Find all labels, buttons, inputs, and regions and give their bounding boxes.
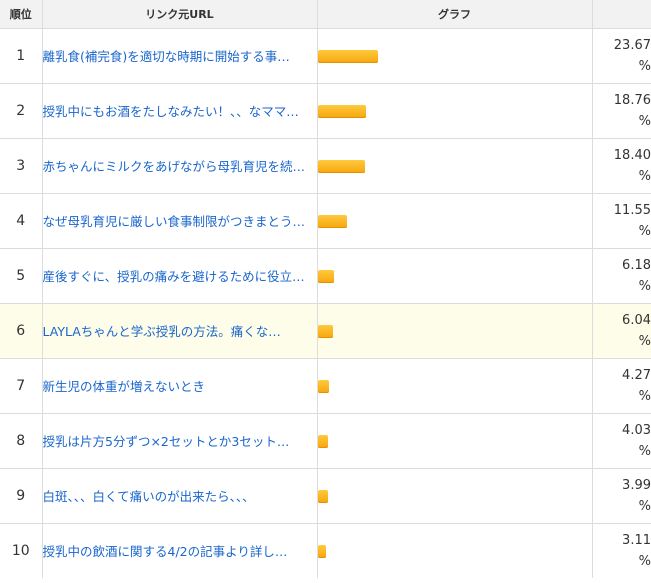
rank-number: 8 [0,413,43,469]
percent-value: 4.27 [622,368,651,383]
url-cell: 授乳は片方5分ずつ×2セットとか3セット… [41,413,318,469]
percent-unit: % [638,334,651,349]
percent-value: 4.03 [622,423,651,438]
percent-value: 6.18 [622,258,651,273]
referrer-link[interactable]: 赤ちゃんにミルクをあげながら母乳育児を続… [43,156,317,177]
graph-cell [316,358,593,414]
percent-unit: % [638,279,651,294]
referrer-ranking-table: 順位 リンク元URL グラフ 1 離乳食(補完食)を適切な時期に開始する事… 2… [0,0,651,578]
table-row: 5 産後すぐに、授乳の痛みを避けるために役立… 6.18% [0,248,651,304]
percent-value: 18.40 [613,148,651,163]
url-cell: 授乳中にもお酒をたしなみたい！、、なママ… [41,83,318,139]
graph-cell [316,303,593,359]
percent-value: 3.11 [622,533,651,548]
table-row: 8 授乳は片方5分ずつ×2セットとか3セット… 4.03% [0,413,651,469]
url-cell: 授乳中の飲酒に関する4/2の記事より詳し… [41,523,318,578]
header-rank: 順位 [0,0,43,29]
percent-cell: 3.99% [591,468,651,524]
referrer-link[interactable]: 離乳食(補完食)を適切な時期に開始する事… [43,46,317,67]
percent-unit: % [638,114,651,129]
url-cell: 離乳食(補完食)を適切な時期に開始する事… [41,28,318,84]
url-cell: なぜ母乳育児に厳しい食事制限がつきまとう… [41,193,318,249]
header-share [591,0,651,29]
percent-unit: % [638,169,651,184]
share-bar [317,214,347,228]
percent-unit: % [638,224,651,239]
share-bar [317,104,366,118]
graph-cell [316,193,593,249]
graph-cell [316,83,593,139]
url-cell: 赤ちゃんにミルクをあげながら母乳育児を続… [41,138,318,194]
rank-number: 2 [0,83,43,139]
header-graph: グラフ [316,0,593,29]
rank-number: 5 [0,248,43,304]
percent-value: 3.99 [622,478,651,493]
table-row-highlighted: 6 LAYLAちゃんと学ぶ授乳の方法。痛くな… 6.04% [0,303,651,359]
share-bar [317,489,328,503]
rank-number: 4 [0,193,43,249]
referrer-link[interactable]: 授乳中にもお酒をたしなみたい！、、なママ… [43,101,317,122]
percent-cell: 18.76% [591,83,651,139]
rank-number: 10 [0,523,43,578]
referrer-link[interactable]: 白斑、、、白くて痛いのが出来たら、、、 [43,486,317,507]
table-row: 4 なぜ母乳育児に厳しい食事制限がつきまとう… 11.55% [0,193,651,249]
url-cell: LAYLAちゃんと学ぶ授乳の方法。痛くな… [41,303,318,359]
share-bar [317,269,334,283]
url-cell: 産後すぐに、授乳の痛みを避けるために役立… [41,248,318,304]
percent-cell: 11.55% [591,193,651,249]
referrer-link[interactable]: なぜ母乳育児に厳しい食事制限がつきまとう… [43,211,317,232]
percent-value: 11.55 [613,203,651,218]
url-cell: 新生児の体重が増えないとき [41,358,318,414]
percent-cell: 18.40% [591,138,651,194]
share-bar [317,544,326,558]
rank-number: 6 [0,303,43,359]
share-bar [317,324,333,338]
table-row: 2 授乳中にもお酒をたしなみたい！、、なママ… 18.76% [0,83,651,139]
percent-cell: 6.18% [591,248,651,304]
graph-cell [316,248,593,304]
percent-cell: 3.11% [591,523,651,578]
percent-value: 6.04 [622,313,651,328]
percent-unit: % [638,554,651,569]
referrer-link[interactable]: 産後すぐに、授乳の痛みを避けるために役立… [43,266,317,287]
graph-cell [316,413,593,469]
percent-value: 18.76 [613,93,651,108]
percent-cell: 23.67% [591,28,651,84]
percent-unit: % [638,389,651,404]
referrer-link[interactable]: 新生児の体重が増えないとき [43,376,317,397]
url-cell: 白斑、、、白くて痛いのが出来たら、、、 [41,468,318,524]
rank-number: 3 [0,138,43,194]
table-row: 3 赤ちゃんにミルクをあげながら母乳育児を続… 18.40% [0,138,651,194]
graph-cell [316,28,593,84]
table-row: 9 白斑、、、白くて痛いのが出来たら、、、 3.99% [0,468,651,524]
referrer-link[interactable]: LAYLAちゃんと学ぶ授乳の方法。痛くな… [43,321,317,342]
share-bar [317,159,365,173]
percent-cell: 4.03% [591,413,651,469]
percent-unit: % [638,59,651,74]
referrer-link[interactable]: 授乳は片方5分ずつ×2セットとか3セット… [43,431,317,452]
percent-cell: 6.04% [591,303,651,359]
share-bar [317,379,329,393]
header-url: リンク元URL [41,0,318,29]
table-header-row: 順位 リンク元URL グラフ [0,0,651,29]
percent-unit: % [638,444,651,459]
graph-cell [316,523,593,578]
table-row: 1 離乳食(補完食)を適切な時期に開始する事… 23.67% [0,28,651,84]
share-bar [317,49,378,63]
table-body: 1 離乳食(補完食)を適切な時期に開始する事… 23.67% 2 授乳中にもお酒… [0,28,651,578]
graph-cell [316,138,593,194]
table-row: 10 授乳中の飲酒に関する4/2の記事より詳し… 3.11% [0,523,651,578]
table-row: 7 新生児の体重が増えないとき 4.27% [0,358,651,414]
percent-cell: 4.27% [591,358,651,414]
percent-value: 23.67 [613,38,651,53]
graph-cell [316,468,593,524]
rank-number: 7 [0,358,43,414]
rank-number: 9 [0,468,43,524]
percent-unit: % [638,499,651,514]
referrer-link[interactable]: 授乳中の飲酒に関する4/2の記事より詳し… [43,541,317,562]
rank-number: 1 [0,28,43,84]
share-bar [317,434,328,448]
